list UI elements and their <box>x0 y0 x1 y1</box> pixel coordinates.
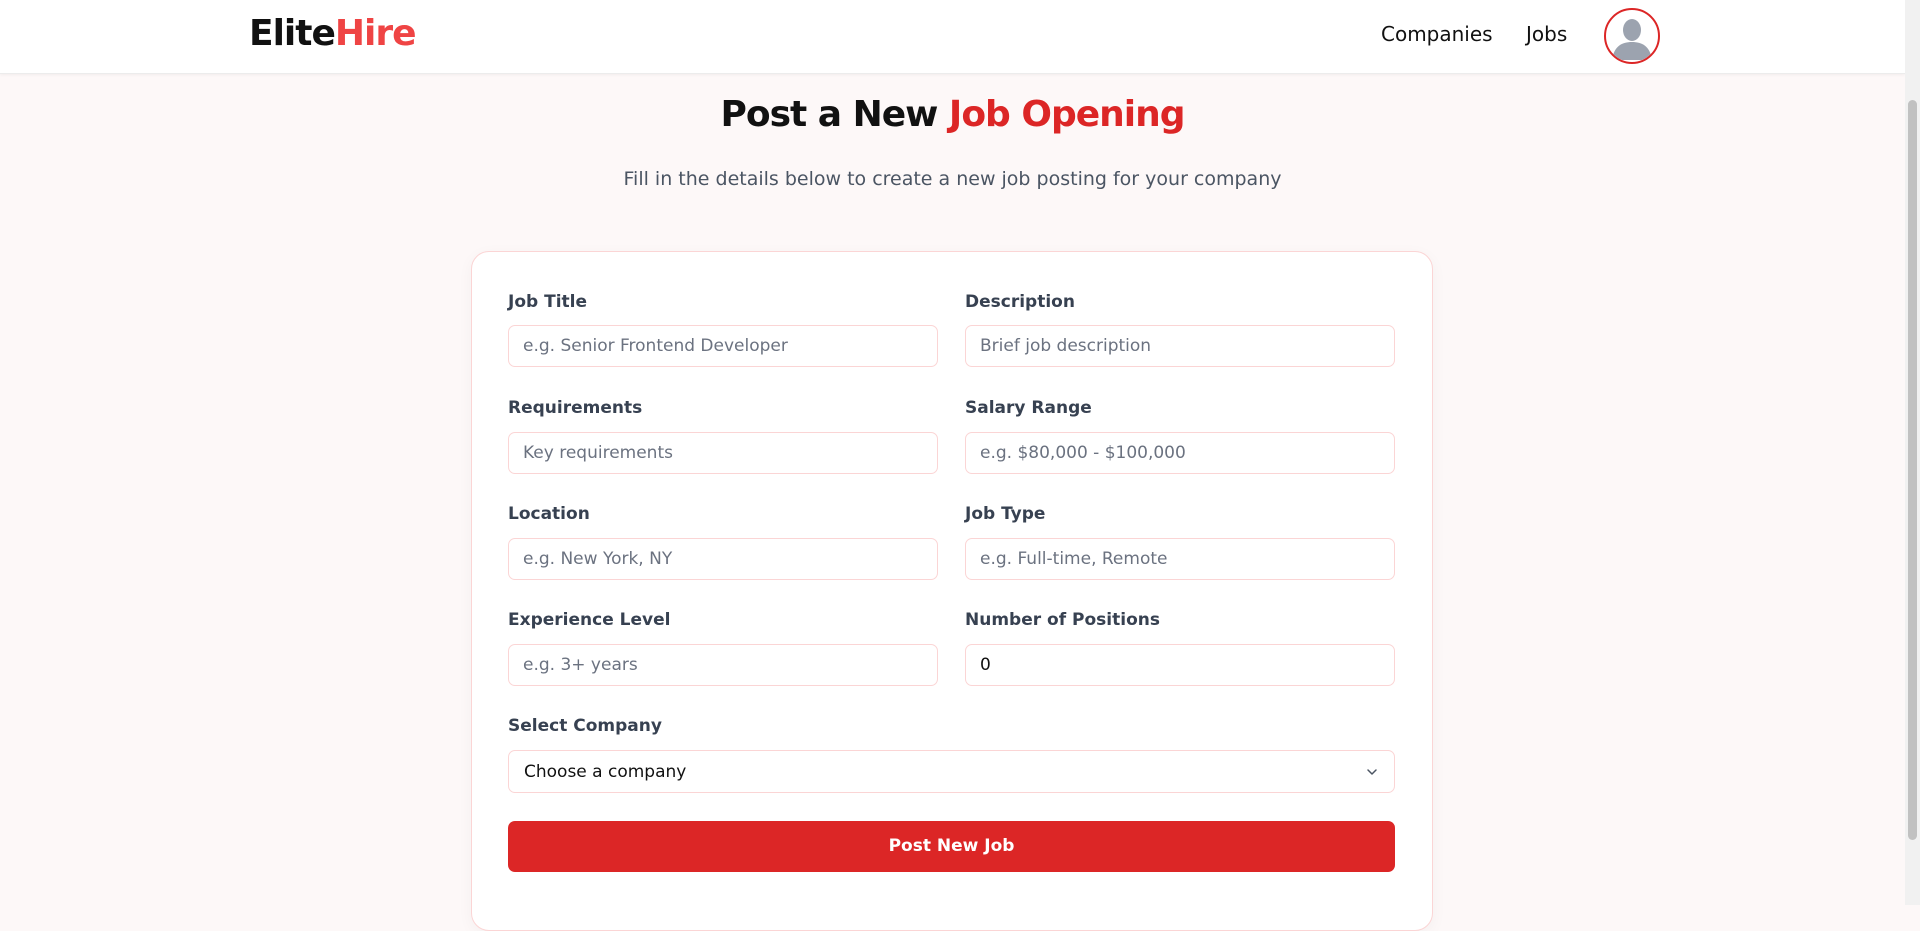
brand-logo-part1: Elite <box>249 13 336 54</box>
nav-link-companies[interactable]: Companies <box>1381 22 1493 46</box>
brand-logo-part2: Hire <box>334 13 417 54</box>
nav-link-jobs[interactable]: Jobs <box>1526 22 1567 46</box>
location-input[interactable] <box>508 538 938 580</box>
brand-logo[interactable]: EliteHire <box>249 13 417 54</box>
location-label: Location <box>508 504 590 524</box>
page-title-plain: Post a New <box>720 94 949 135</box>
page-title: Post a New Job Opening <box>0 94 1905 135</box>
page-subtitle: Fill in the details below to create a ne… <box>623 168 1282 190</box>
positions-label: Number of Positions <box>965 610 1160 630</box>
salary-range-label: Salary Range <box>965 398 1092 418</box>
job-title-input[interactable] <box>508 325 938 367</box>
company-select-value: Choose a company <box>524 762 687 782</box>
avatar[interactable] <box>1604 8 1660 64</box>
company-select[interactable]: Choose a company <box>508 750 1395 793</box>
post-new-job-button[interactable]: Post New Job <box>508 821 1395 872</box>
job-type-input[interactable] <box>965 538 1395 580</box>
job-title-label: Job Title <box>508 292 587 312</box>
page-title-accent: Job Opening <box>948 94 1186 135</box>
requirements-label: Requirements <box>508 398 643 418</box>
navbar: EliteHire Companies Jobs <box>0 0 1905 74</box>
salary-range-input[interactable] <box>965 432 1395 474</box>
description-input[interactable] <box>965 325 1395 367</box>
experience-level-input[interactable] <box>508 644 938 686</box>
experience-level-label: Experience Level <box>508 610 671 630</box>
description-label: Description <box>965 292 1075 312</box>
select-company-label: Select Company <box>508 716 662 736</box>
scrollbar-thumb[interactable] <box>1908 100 1917 840</box>
requirements-input[interactable] <box>508 432 938 474</box>
chevron-down-icon <box>1367 769 1377 775</box>
user-silhouette-icon <box>1612 19 1652 60</box>
job-type-label: Job Type <box>965 504 1046 524</box>
positions-input[interactable] <box>965 644 1395 686</box>
